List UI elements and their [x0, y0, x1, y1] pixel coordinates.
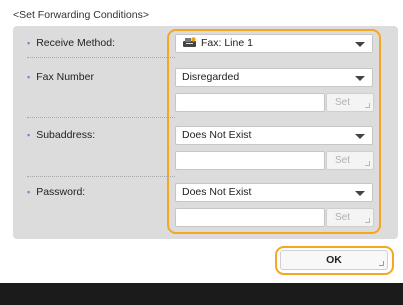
status-bar — [0, 283, 403, 305]
fax-number-dropdown[interactable]: Disregarded — [175, 68, 373, 87]
password-label: ▪ Password: — [27, 186, 86, 198]
password-value: Does Not Exist — [182, 186, 252, 198]
subaddress-set-button[interactable]: Set — [326, 151, 374, 170]
fax-machine-icon — [183, 37, 196, 47]
fax-number-label: ▪ Fax Number — [27, 71, 94, 83]
password-set-button[interactable]: Set — [326, 208, 374, 227]
ok-button[interactable]: OK — [280, 250, 388, 270]
bullet-icon: ▪ — [27, 187, 31, 197]
fax-number-value: Disregarded — [182, 71, 240, 83]
password-input[interactable] — [175, 208, 325, 227]
page-title: <Set Forwarding Conditions> — [13, 9, 149, 21]
receive-method-value: Fax: Line 1 — [201, 37, 253, 49]
settings-panel: ▪ Receive Method: Fax: Line 1 ▪ Fax Number… — [13, 26, 398, 239]
fax-number-set-button[interactable]: Set — [326, 93, 374, 112]
password-dropdown[interactable]: Does Not Exist — [175, 183, 373, 202]
receive-method-dropdown[interactable]: Fax: Line 1 — [175, 34, 373, 53]
chevron-down-icon — [355, 191, 365, 196]
divider — [27, 117, 175, 118]
divider — [27, 57, 175, 58]
bullet-icon: ▪ — [27, 38, 31, 48]
bullet-icon: ▪ — [27, 72, 31, 82]
subaddress-label: ▪ Subaddress: — [27, 129, 96, 141]
subaddress-dropdown[interactable]: Does Not Exist — [175, 126, 373, 145]
fax-number-input[interactable] — [175, 93, 325, 112]
chevron-down-icon — [355, 42, 365, 47]
divider — [27, 176, 175, 177]
subaddress-input[interactable] — [175, 151, 325, 170]
bullet-icon: ▪ — [27, 130, 31, 140]
chevron-down-icon — [355, 134, 365, 139]
receive-method-label: ▪ Receive Method: — [27, 37, 115, 49]
chevron-down-icon — [355, 76, 365, 81]
subaddress-value: Does Not Exist — [182, 129, 252, 141]
